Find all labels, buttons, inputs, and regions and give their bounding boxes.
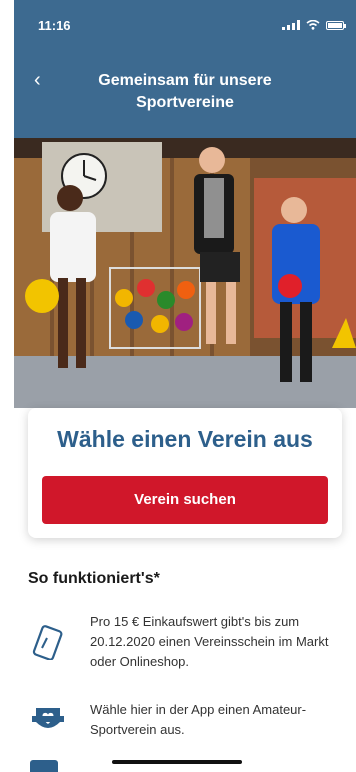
page-title: Gemeinsam für unsere Sportvereine [54, 70, 316, 114]
how-it-works-title: So funktioniert's* [28, 570, 160, 587]
step-icon-partial [30, 760, 58, 772]
hero-image [14, 138, 356, 408]
search-club-button[interactable]: Verein suchen [42, 476, 328, 524]
ticket-icon [32, 625, 63, 660]
app-screen: 11:16 ‹ Gemeinsam für unsere Sportverein… [14, 0, 356, 772]
nav-bar: ‹ Gemeinsam für unsere Sportvereine [14, 56, 356, 138]
signal-icon [282, 20, 300, 30]
club-select-card: Wähle einen Verein aus Verein suchen [28, 408, 342, 538]
step-text: Pro 15 € Einkaufswert gibt's bis zum 20.… [90, 614, 329, 669]
page-title-line1: Gemeinsam für unsere [98, 72, 272, 89]
card-headline: Wähle einen Verein aus [57, 426, 313, 452]
status-bar: 11:16 [14, 0, 356, 56]
status-icons [282, 20, 346, 30]
page-title-line2: Sportvereine [136, 94, 234, 111]
battery-icon [326, 20, 346, 30]
home-indicator[interactable] [112, 760, 242, 764]
hero-illustration [14, 138, 356, 408]
wifi-icon [306, 20, 320, 30]
heart-shield-icon [32, 708, 64, 728]
status-time: 11:16 [38, 18, 71, 33]
step-text: Wähle hier in der App einen Amateur-Spor… [90, 702, 307, 737]
